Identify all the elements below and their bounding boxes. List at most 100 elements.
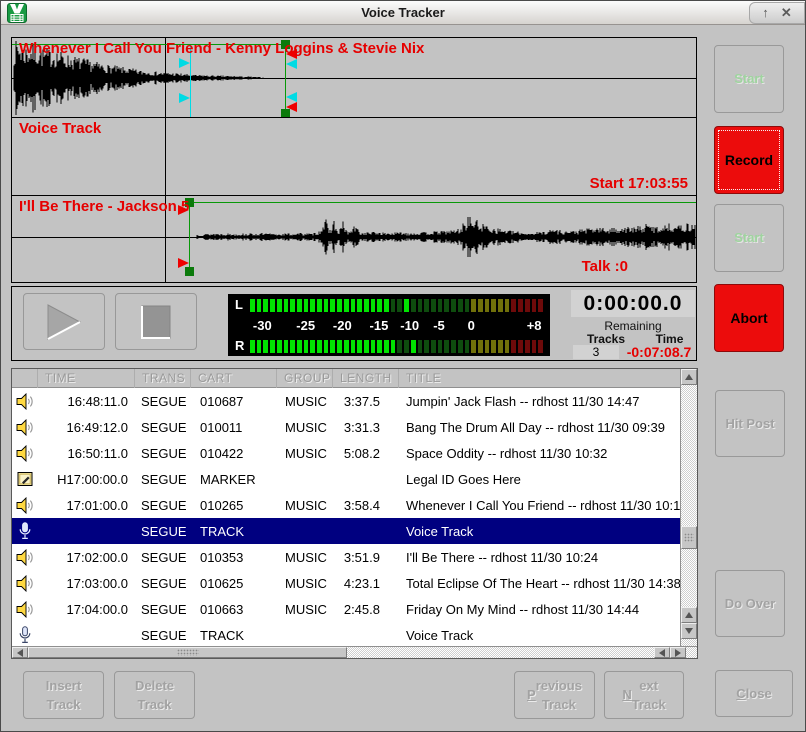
table-row[interactable]: H17:00:00.0SEGUEMARKERLegal ID Goes Here [12,466,680,492]
scroll-left-button-2[interactable] [654,647,670,658]
table-row[interactable]: 17:04:00.0SEGUE010663MUSIC2:45.8Friday O… [12,596,680,622]
abort-button[interactable]: Abort [714,284,784,352]
log-header-title: TITLE [399,369,680,388]
table-row[interactable]: 16:50:11.0SEGUE010422MUSIC5:08.2Space Od… [12,440,680,466]
stop-icon [136,302,176,342]
vertical-scrollbar[interactable] [680,369,697,646]
titlebar[interactable]: Voice Tracker ↑ ✕ [1,1,805,25]
cell-cart: TRACK [191,628,277,643]
meter-segment [270,340,275,353]
close-window-button[interactable]: ✕ [781,3,792,23]
meter-right-label: R [235,339,250,353]
fade-marker-handle-icon[interactable] [286,92,297,102]
marker-note-icon [17,471,34,487]
cell-time: 16:48:11.0 [38,394,135,409]
hit-post-button[interactable]: Hit Post [715,390,785,457]
speaker-icon [12,419,38,436]
speaker-icon [16,393,34,410]
meter-segment [438,299,443,312]
cell-cart: 010625 [191,576,277,591]
track-title: Whenever I Call You Friend - Kenny Loggi… [19,40,424,57]
cell-trans: SEGUE [135,524,191,539]
cell-title: Legal ID Goes Here [399,472,680,487]
cell-group: MUSIC [277,498,333,513]
meter-segment [491,299,496,312]
table-row[interactable]: 16:49:12.0SEGUE010011MUSIC3:31.3Bang The… [12,414,680,440]
horizontal-scroll-thumb[interactable] [28,647,347,658]
meter-scale-label: -25 [296,318,315,333]
cell-trans: SEGUE [135,576,191,591]
track-segment-after[interactable]: I'll Be There - Jackson 5 Talk :0 [12,196,696,280]
shade-window-button[interactable]: ↑ [762,3,769,23]
meter-segment [257,299,262,312]
cell-title: Friday On My Mind -- rdhost 11/30 14:44 [399,602,680,617]
start-marker-handle-icon[interactable] [178,258,189,268]
log-header-time: TIME [38,369,135,388]
table-row[interactable]: 17:03:00.0SEGUE010625MUSIC4:23.1Total Ec… [12,570,680,596]
next-track-button[interactable]: NextTrack [604,671,684,719]
meter-segment [498,299,503,312]
remaining-tracks-value: 3 [573,345,619,359]
track-segment-before[interactable]: Whenever I Call You Friend - Kenny Loggi… [12,38,696,118]
meter-right-bar [250,340,543,353]
meter-segment [404,299,409,312]
cell-title: I'll Be There -- rdhost 11/30 10:24 [399,550,680,565]
meter-scale-label: -10 [400,318,419,333]
fadeout-handle-icon[interactable] [179,93,190,103]
meter-segment [397,340,402,353]
meter-segment [411,340,416,353]
start-handle-bottom-icon[interactable] [185,267,194,276]
scroll-up-button-2[interactable] [681,607,697,623]
cell-length: 3:58.4 [333,498,399,513]
table-row[interactable]: SEGUETRACKVoice Track [12,622,680,648]
start-button-1[interactable]: Start [714,45,784,113]
remaining-label: Remaining [571,319,695,333]
horizontal-scrollbar[interactable] [12,646,697,658]
track-title: Voice Track [19,120,101,137]
record-button[interactable]: Record [714,126,784,194]
microphone-icon [12,522,38,540]
cell-length: 3:51.9 [333,550,399,565]
cell-length: 3:31.3 [333,420,399,435]
speaker-icon [16,575,34,592]
previous-track-button[interactable]: PreviousTrack [514,671,595,719]
scroll-up-button[interactable] [681,369,697,385]
cell-cart: 010353 [191,550,277,565]
meter-segment [465,299,470,312]
meter-segment [424,340,429,353]
end-marker-handle-icon[interactable] [286,102,297,112]
transport-panel: L -30-25-20-15-10-50+8 R 0:00:00.0 Remai… [11,286,697,361]
meter-segment [505,299,510,312]
fade-marker-handle-icon[interactable] [286,59,297,69]
meter-segment [277,299,282,312]
do-over-button[interactable]: Do Over [715,570,785,637]
play-button[interactable] [23,293,105,350]
fadeout-handle-icon[interactable] [179,58,190,68]
meter-segment [491,340,496,353]
cell-group: MUSIC [277,576,333,591]
cell-group: MUSIC [277,394,333,409]
cell-time: H17:00:00.0 [38,472,135,487]
start-button-2[interactable]: Start [714,204,784,272]
table-row[interactable]: 16:48:11.0SEGUE010687MUSIC3:37.5Jumpin' … [12,388,680,414]
table-row[interactable]: 17:02:00.0SEGUE010353MUSIC3:51.9I'll Be … [12,544,680,570]
table-row[interactable]: SEGUETRACKVoice Track [12,518,680,544]
vertical-scroll-thumb[interactable] [681,526,697,549]
meter-segment [505,340,510,353]
meter-segment [525,340,530,353]
close-button[interactable]: Close [715,670,793,717]
table-row[interactable]: 17:01:00.0SEGUE010265MUSIC3:58.4Whenever… [12,492,680,518]
track-segment-voice[interactable]: Voice Track Start 17:03:55 [12,118,696,196]
meter-segment [351,299,356,312]
voice-track-editor[interactable]: Whenever I Call You Friend - Kenny Loggi… [11,37,697,283]
insert-track-button[interactable]: InsertTrack [23,671,104,719]
scroll-right-button[interactable] [670,647,686,658]
scroll-down-button[interactable] [681,623,697,639]
log-header-trans: TRANS [135,369,191,388]
meter-segment [471,299,476,312]
delete-track-button[interactable]: DeleteTrack [114,671,195,719]
meter-segment [310,340,315,353]
stop-button[interactable] [115,293,197,350]
meter-segment [424,299,429,312]
scroll-left-button[interactable] [12,647,28,658]
